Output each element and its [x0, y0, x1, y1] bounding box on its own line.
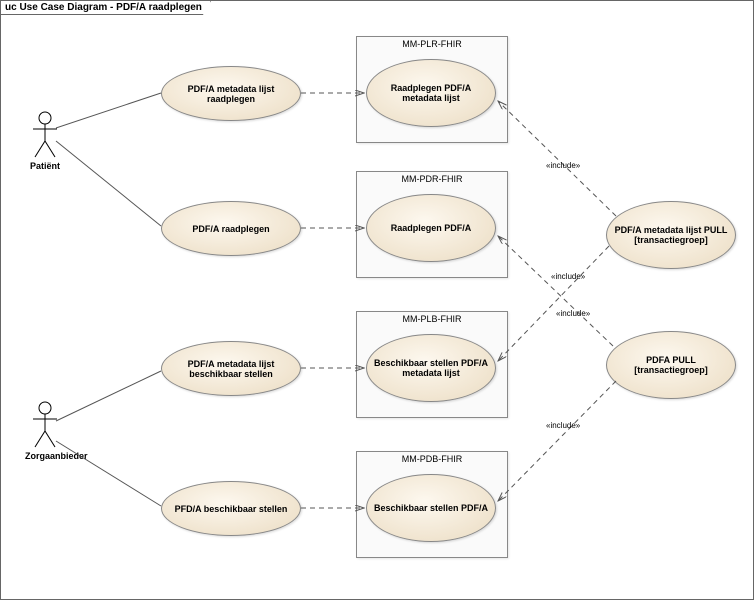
usecase-grp1: PDF/A metadata lijst PULL [transactiegro…: [606, 201, 736, 269]
stickfigure-icon: [30, 401, 60, 449]
usecase-uc1: PDF/A metadata lijst raadplegen: [161, 66, 301, 121]
stereotype-include: «include»: [556, 309, 590, 318]
stickfigure-icon: [30, 111, 60, 159]
system-header: MM-PDB-FHIR: [357, 452, 507, 467]
usecase-sys4: Beschikbaar stellen PDF/A: [366, 474, 496, 542]
system-header: MM-PLR-FHIR: [357, 37, 507, 52]
system-header: MM-PDR-FHIR: [357, 172, 507, 187]
usecase-sys1: Raadplegen PDF/A metadata lijst: [366, 59, 496, 127]
stereotype-include: «include»: [546, 421, 580, 430]
usecase-uc2: PDF/A raadplegen: [161, 201, 301, 256]
stereotype-include: «include»: [551, 272, 585, 281]
frame-title: uc Use Case Diagram - PDF/A raadplegen: [1, 1, 211, 15]
actor-patient: Patiënt: [25, 111, 65, 171]
diagram-canvas: uc Use Case Diagram - PDF/A raadplegen P…: [0, 0, 754, 600]
usecase-sys2: Raadplegen PDF/A: [366, 194, 496, 262]
stereotype-include: «include»: [546, 161, 580, 170]
actor-zorgaanbieder: Zorgaanbieder: [25, 401, 65, 461]
usecase-sys3: Beschikbaar stellen PDF/A metadata lijst: [366, 334, 496, 402]
actor-label: Patiënt: [25, 161, 65, 171]
usecase-uc4: PFD/A beschikbaar stellen: [161, 481, 301, 536]
actor-label: Zorgaanbieder: [25, 451, 65, 461]
usecase-grp2: PDFA PULL [transactiegroep]: [606, 331, 736, 399]
usecase-uc3: PDF/A metadata lijst beschikbaar stellen: [161, 341, 301, 396]
system-header: MM-PLB-FHIR: [357, 312, 507, 327]
